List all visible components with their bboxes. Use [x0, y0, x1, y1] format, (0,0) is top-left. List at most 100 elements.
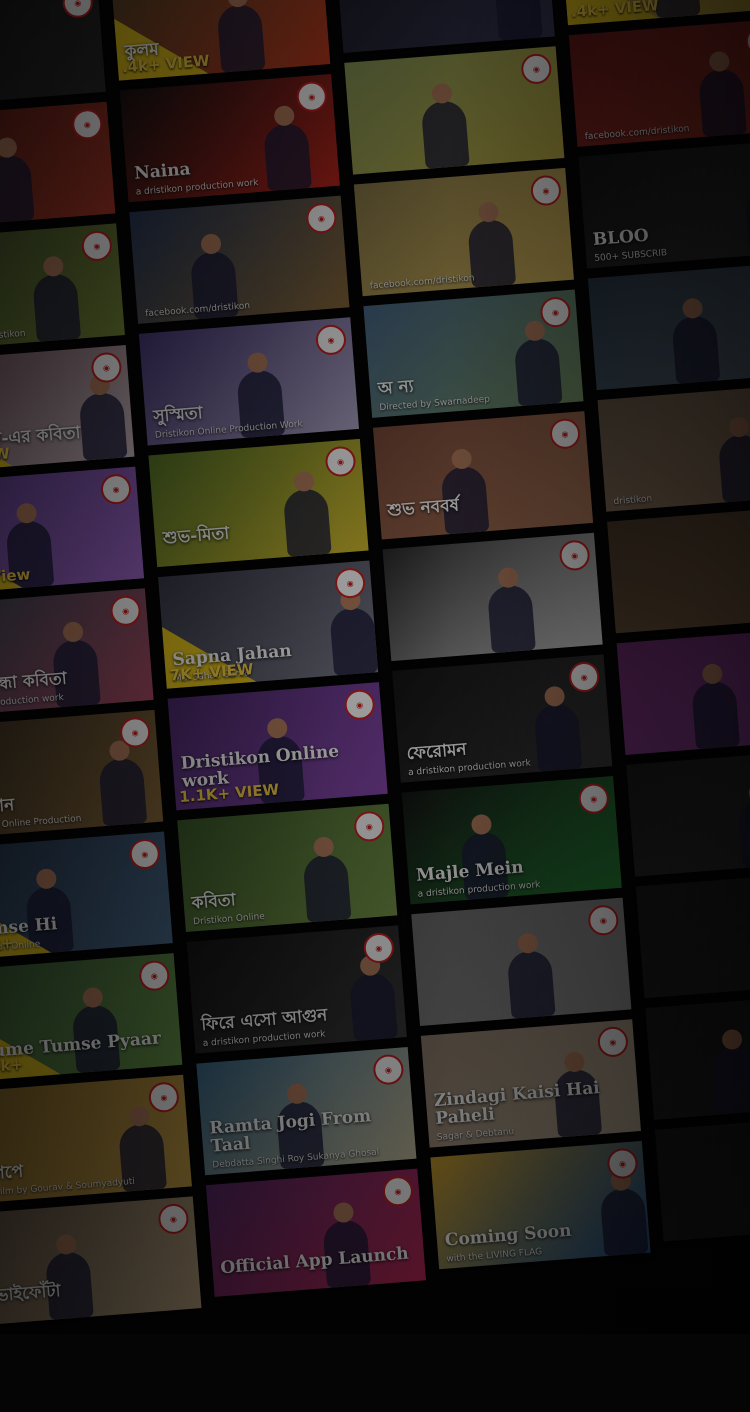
video-thumbnail: ◉: [411, 897, 632, 1026]
thumbnail-title: ভাইফোঁটা: [0, 1281, 62, 1307]
person-figure: [710, 1045, 750, 1116]
thumbnail-title: [622, 599, 750, 614]
channel-logo-icon: ◉: [539, 295, 572, 329]
video-thumbnail: ◉ Majle Mein a dristikon production work: [401, 776, 622, 905]
person-figure: [737, 798, 750, 869]
video-thumbnail: ◉ Official App Launch: [205, 1168, 427, 1297]
channel-logo-icon: ◉: [157, 1202, 190, 1236]
view-count-badge: 1.6k+: [0, 1055, 24, 1077]
person-figure: [486, 583, 536, 654]
thumbnail-subtitle: [671, 1222, 750, 1237]
video-thumbnail: ◉কুলম.4k+ VIEW: [110, 0, 331, 81]
channel-logo-icon: ◉: [80, 229, 113, 263]
video-thumbnail: ◉ ফেরোমন a dristikon production work: [392, 654, 613, 783]
video-thumbnail: ◉অভিমানDristikon Online Production: [0, 709, 164, 839]
channel-logo-icon: ◉: [109, 594, 142, 627]
channel-logo-icon: ◉: [587, 904, 620, 937]
video-thumbnail: ◉ অ ন্য Directed by Swarnadeep: [363, 289, 584, 418]
video-thumbnail: ◉ Ramta Jogi From Taal Debdatta Singhi Roy…: [196, 1046, 417, 1176]
video-thumbnail: ◉ Hume Tumse Pyaar 1.6k+: [0, 953, 183, 1082]
channel-logo-icon: ◉: [128, 837, 161, 871]
thumbnail-subtitle: [222, 1277, 417, 1292]
thumbnail-subtitle: facebook.com/dristikon: [584, 124, 690, 143]
video-thumbnail: ◉রজনীগন্ধা কবিতাdristikon production wor…: [0, 588, 154, 717]
video-thumbnail: ◉ শুভ-মিতা: [148, 438, 369, 568]
person-figure: [493, 0, 543, 41]
video-thumbnail: ◉: [654, 1113, 750, 1242]
video-thumbnail: ◉ Zindagi Kaisi Hai Paheli Sagar & Debtanu: [420, 1019, 641, 1148]
channel-logo-icon: ◉: [343, 688, 376, 721]
thumbnail-subtitle: [0, 88, 97, 103]
video-thumbnail: ◉.4k+ VIEW: [559, 0, 750, 26]
channel-logo-icon: ◉: [529, 174, 563, 207]
channel-logo-icon: ◉: [372, 1053, 405, 1086]
thumbnail-subtitle: facebook.com/dristikon: [0, 328, 26, 347]
video-thumbnail: ◉ facebook.com/dristikon: [0, 223, 125, 352]
person-figure: [691, 680, 741, 750]
channel-logo-icon: ◉: [324, 445, 357, 478]
video-thumbnail: ◉: [607, 505, 750, 634]
video-thumbnail: ◉: [344, 46, 565, 175]
person-figure: [506, 949, 556, 1019]
video-thumbnail: ◉ ভাইফোঁটা: [0, 1196, 202, 1325]
channel-logo-icon: ◉: [353, 810, 386, 843]
video-thumbnail: ◉: [587, 261, 750, 391]
channel-logo-icon: ◉: [61, 0, 94, 19]
channel-logo-icon: ◉: [577, 782, 610, 815]
video-thumbnail: ◉: [626, 748, 750, 877]
video-thumbnail: ◉ শুভ নববর্ষ: [372, 411, 594, 540]
video-thumbnail: ◉অ ন্যA film by2.1k+ View: [0, 466, 145, 595]
thumbnail-title: [642, 843, 750, 858]
person-figure: [420, 99, 470, 169]
channel-logo-icon: ◉: [295, 80, 328, 113]
video-thumbnail: ◉: [645, 991, 750, 1120]
channel-logo-icon: ◉: [333, 566, 367, 600]
channel-logo-icon: ◉: [138, 959, 171, 992]
thumbnail-wall: ◉◉Online◉facebook.com/dristikon◉অতনু বর্…: [0, 0, 750, 1412]
video-thumbnail: ◉: [635, 869, 750, 999]
channel-logo-icon: ◉: [568, 660, 601, 694]
video-thumbnail: ◉ কবিতা Dristikon Online: [177, 803, 398, 933]
channel-logo-icon: ◉: [548, 417, 582, 450]
channel-logo-icon: ◉: [305, 202, 338, 235]
video-thumbnail: ◉BLOO500+ SUBSCRIB: [578, 140, 750, 269]
video-thumbnail: ◉ পেপে A film by Gourav & Soumyadyuti: [0, 1074, 192, 1203]
video-thumbnail: ◉: [0, 0, 106, 109]
thumbnail-subtitle: facebook.com/dristikon: [144, 301, 251, 320]
channel-logo-icon: ◉: [147, 1081, 180, 1114]
channel-logo-icon: ◉: [99, 473, 133, 506]
channel-logo-icon: ◉: [520, 52, 553, 86]
thumbnail-title: [0, 74, 96, 89]
channel-logo-icon: ◉: [596, 1025, 630, 1059]
thumbnail-subtitle: [643, 857, 750, 872]
thumbnail-subtitle: facebook.com/dristikon: [369, 273, 475, 292]
channel-logo-icon: ◉: [71, 108, 104, 141]
video-thumbnail: ◉ Dristikon Online work 1.1K+ VIEW: [167, 682, 388, 811]
video-thumbnail: ◉: [334, 0, 555, 53]
video-thumbnail: ◉ Coming Soon with the LIVING FLAG: [430, 1140, 651, 1270]
view-count-badge: 1.5k+: [0, 933, 15, 956]
video-thumbnail: ◉ facebook.com/dristikon: [568, 18, 750, 147]
channel-logo-icon: ◉: [381, 1175, 415, 1208]
video-thumbnail: ◉ facebook.com/dristikon: [353, 167, 574, 297]
video-thumbnail: ◉ সুস্মিতা Dristikon Online Production Wor…: [138, 317, 360, 446]
thumbnail-title: Official App Launch: [219, 1243, 410, 1279]
video-thumbnail: ◉ Sapna Jahan Mai Sahab Santa 7K+ VIEW: [158, 560, 379, 689]
thumbnail-subtitle: [0, 1305, 193, 1320]
thumbnail-title: [670, 1208, 750, 1223]
thumbnail-subtitle: [624, 613, 750, 628]
channel-logo-icon: ◉: [744, 25, 750, 58]
person-figure: [671, 314, 721, 384]
video-thumbnail: ◉ Tumse Hi Dristikon Online 1.5k+: [0, 831, 173, 960]
video-thumbnail: ◉: [616, 626, 750, 756]
thumbnail-title: Dristikon Online work: [179, 741, 340, 792]
channel-logo-icon: ◉: [558, 539, 591, 572]
video-thumbnail: ◉dristikon: [597, 383, 750, 512]
video-thumbnail: ◉ facebook.com/dristikon: [129, 195, 350, 324]
video-thumbnail: ◉ ফিরে এসো আগুন a dristikon production wor…: [186, 925, 407, 1054]
channel-logo-icon: ◉: [314, 323, 348, 356]
thumbnail-title: [651, 964, 750, 979]
video-thumbnail: ◉অতনু বর্মণ-এর কবিতা5K+ VIEW: [0, 344, 135, 474]
video-thumbnail: ◉Online: [0, 101, 116, 230]
thumbnail-subtitle: [652, 978, 750, 993]
